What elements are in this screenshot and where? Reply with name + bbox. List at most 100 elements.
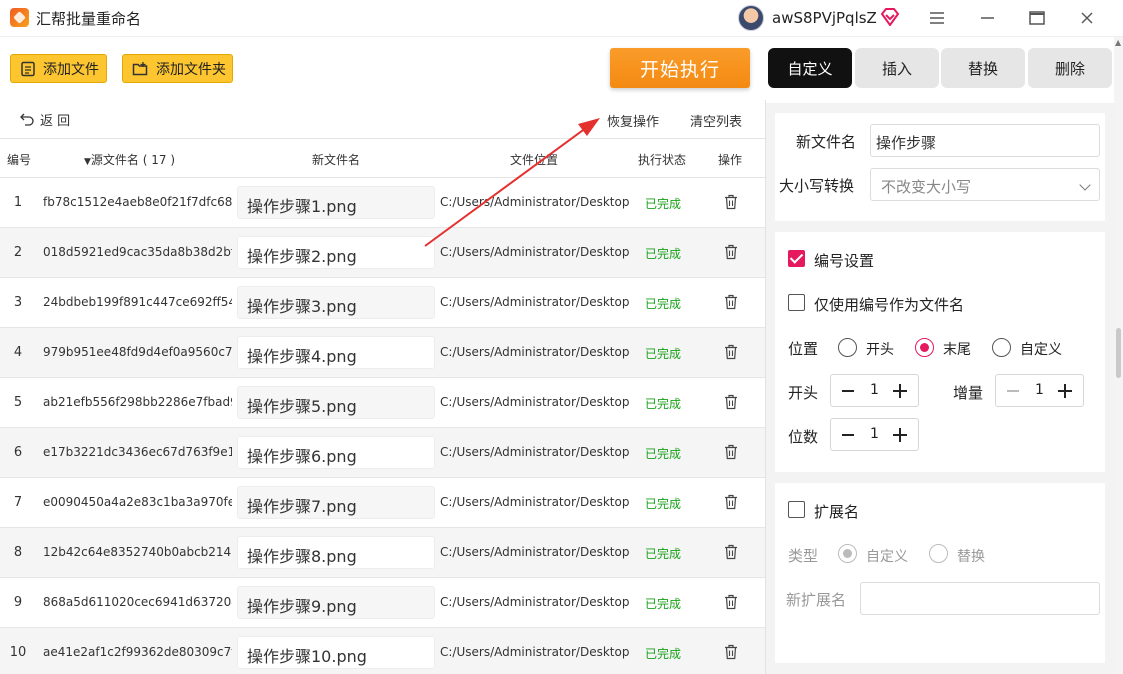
table-row[interactable]: 10 ae41e2af1c2f99362de80309c7fa4 操作步骤10.pn…	[0, 628, 765, 674]
row-file-path: C:/Users/Administrator/Desktop/	[440, 345, 629, 359]
extension-checkbox[interactable]	[788, 501, 805, 518]
restore-button[interactable]: 恢复操作	[607, 111, 659, 130]
row-new-name-input[interactable]: 操作步骤7.png	[237, 486, 435, 519]
case-select[interactable]: 不改变大小写	[870, 168, 1100, 201]
position-radio-end[interactable]	[915, 338, 934, 357]
row-file-path: C:/Users/Administrator/Desktop/	[440, 495, 629, 509]
row-new-name-input[interactable]: 操作步骤1.png	[237, 186, 435, 219]
status-badge: 已完成	[645, 547, 682, 561]
new-ext-input[interactable]	[860, 582, 1100, 615]
row-file-path: C:/Users/Administrator/Desktop/	[440, 445, 629, 459]
position-radio-custom[interactable]	[992, 338, 1011, 357]
trash-icon[interactable]	[724, 444, 738, 460]
row-new-name-input[interactable]: 操作步骤4.png	[237, 336, 435, 369]
trash-icon[interactable]	[724, 344, 738, 360]
close-icon[interactable]	[1075, 6, 1099, 30]
header-source-label: 源文件名 ( 17 )	[90, 153, 175, 167]
plus-icon[interactable]	[893, 384, 907, 398]
trash-icon[interactable]	[724, 394, 738, 410]
status-badge: 已完成	[645, 647, 682, 661]
row-new-name-input[interactable]: 操作步骤8.png	[237, 536, 435, 569]
trash-icon[interactable]	[724, 494, 738, 510]
table-row[interactable]: 3 24bdbeb199f891c447ce692ff54fl 操作步骤3.png C…	[0, 278, 765, 328]
trash-icon[interactable]	[724, 194, 738, 210]
header-source[interactable]: ▼源文件名 ( 17 )	[84, 151, 175, 168]
tab-insert[interactable]: 插入	[855, 48, 939, 88]
table-row[interactable]: 5 ab21efb556f298bb2286e7fbad9a 操作步骤5.png C:…	[0, 378, 765, 428]
row-new-name-input[interactable]: 操作步骤6.png	[237, 436, 435, 469]
plus-icon[interactable]	[893, 428, 907, 442]
row-file-path: C:/Users/Administrator/Desktop/	[440, 545, 629, 559]
row-number: 7	[13, 495, 23, 510]
newname-input[interactable]: 操作步骤	[870, 124, 1100, 157]
case-label: 大小写转换	[779, 177, 855, 195]
status-badge: 已完成	[645, 347, 682, 361]
plus-icon[interactable]	[1058, 384, 1072, 398]
vip-diamond-icon[interactable]	[880, 8, 900, 26]
scroll-up-icon[interactable]: ▲	[1115, 38, 1121, 47]
tab-replace[interactable]: 替换	[941, 48, 1025, 88]
username[interactable]: awS8PVjPqlsZ	[772, 9, 877, 27]
maximize-icon[interactable]	[1025, 6, 1049, 30]
trash-icon[interactable]	[724, 644, 738, 660]
table-row[interactable]: 6 e17b3221dc3436ec67d763f9e10 操作步骤6.png C:/…	[0, 428, 765, 478]
row-new-name-input[interactable]: 操作步骤9.png	[237, 586, 435, 619]
type-radio-custom[interactable]	[838, 544, 857, 563]
back-button[interactable]: 返 回	[20, 110, 70, 129]
increment-stepper[interactable]: 1	[995, 374, 1084, 407]
numbering-checkbox[interactable]	[788, 250, 805, 267]
menu-icon[interactable]	[925, 6, 949, 30]
type-label: 类型	[788, 547, 819, 565]
row-file-path: C:/Users/Administrator/Desktop/	[440, 295, 629, 309]
table-row[interactable]: 7 e0090450a4a2e83c1ba3a970fe3 操作步骤7.png C:/…	[0, 478, 765, 528]
minimize-icon[interactable]	[975, 6, 999, 30]
row-source-name: fb78c1512e4aeb8e0f21f7dfc68f4	[43, 195, 232, 209]
title-bar: 汇帮批量重命名 awS8PVjPqlsZ	[0, 0, 1123, 37]
type-replace-label: 替换	[957, 549, 985, 565]
row-file-path: C:/Users/Administrator/Desktop/	[440, 245, 629, 259]
only-number-label: 仅使用编号作为文件名	[814, 296, 965, 314]
row-source-name: e17b3221dc3436ec67d763f9e10	[43, 445, 232, 459]
add-file-button[interactable]: 添加文件	[10, 54, 107, 83]
table-row[interactable]: 4 979b951ee48fd9d4ef0a9560c79b 操作步骤4.png C:…	[0, 328, 765, 378]
trash-icon[interactable]	[724, 244, 738, 260]
tab-delete[interactable]: 删除	[1028, 48, 1112, 88]
row-number: 3	[13, 295, 23, 310]
clear-list-button[interactable]: 清空列表	[690, 111, 742, 130]
extension-label: 扩展名	[814, 503, 860, 521]
position-label: 位置	[788, 340, 819, 358]
table-row[interactable]: 2 018d5921ed9cac35da8b38d2bfd 操作步骤2.png C:/…	[0, 228, 765, 278]
chevron-down-icon	[1079, 179, 1091, 191]
row-new-name-input[interactable]: 操作步骤3.png	[237, 286, 435, 319]
newname-label: 新文件名	[796, 133, 857, 151]
start-stepper[interactable]: 1	[830, 374, 919, 407]
add-folder-button[interactable]: 添加文件夹	[122, 54, 233, 83]
row-source-name: ab21efb556f298bb2286e7fbad9a	[43, 395, 232, 409]
table-row[interactable]: 9 868a5d611020cec6941d637204d 操作步骤9.png C:/…	[0, 578, 765, 628]
row-new-name-input[interactable]: 操作步骤10.png	[237, 636, 435, 669]
trash-icon[interactable]	[724, 544, 738, 560]
start-button[interactable]: 开始执行	[610, 48, 750, 88]
row-new-name-input[interactable]: 操作步骤2.png	[237, 236, 435, 269]
table-row[interactable]: 8 12b42c64e8352740b0abcb2146c 操作步骤8.png C:/…	[0, 528, 765, 578]
trash-icon[interactable]	[724, 294, 738, 310]
start-label: 开头	[788, 384, 819, 402]
scroll-thumb[interactable]	[1116, 328, 1121, 378]
header-num: 编号	[7, 153, 32, 167]
sort-triangle-icon: ▼	[84, 157, 91, 167]
table-row[interactable]: 1 fb78c1512e4aeb8e0f21f7dfc68f4 操作步骤1.png C…	[0, 178, 765, 228]
tab-custom[interactable]: 自定义	[768, 48, 852, 88]
increment-label: 增量	[953, 384, 984, 402]
digits-stepper[interactable]: 1	[830, 418, 919, 451]
file-icon	[21, 61, 35, 76]
row-source-name: e0090450a4a2e83c1ba3a970fe3	[43, 495, 232, 509]
type-radio-replace[interactable]	[929, 544, 948, 563]
position-radio-start[interactable]	[838, 338, 857, 357]
only-number-checkbox[interactable]	[788, 294, 805, 311]
file-table: 1 fb78c1512e4aeb8e0f21f7dfc68f4 操作步骤1.png C…	[0, 178, 765, 674]
position-end-label: 末尾	[943, 342, 971, 358]
row-new-name-input[interactable]: 操作步骤5.png	[237, 386, 435, 419]
avatar[interactable]	[738, 5, 764, 31]
row-file-path: C:/Users/Administrator/Desktop/	[440, 395, 629, 409]
trash-icon[interactable]	[724, 594, 738, 610]
